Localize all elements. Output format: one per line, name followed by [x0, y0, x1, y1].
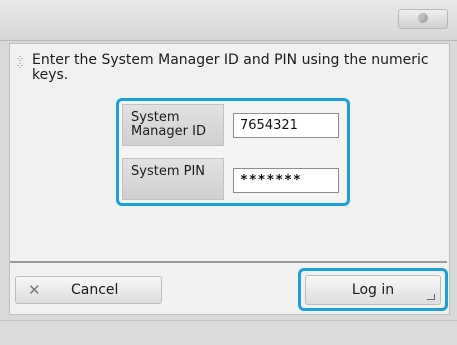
cancel-label: Cancel	[71, 282, 119, 298]
pin-field[interactable]: *******	[233, 168, 339, 193]
top-right-button[interactable]	[398, 9, 448, 29]
keypad-icon: ⁘ ⁘	[16, 54, 24, 72]
top-bar	[0, 0, 457, 41]
login-label: Log in	[351, 282, 395, 298]
manager-id-field[interactable]: 7654321	[233, 113, 339, 138]
divider	[10, 261, 447, 263]
login-button[interactable]: Log in	[305, 275, 441, 305]
eco-status-icon	[418, 13, 428, 23]
corner-indicator-icon	[427, 294, 435, 300]
instruction-message: Enter the System Manager ID and PIN usin…	[32, 52, 429, 83]
close-icon: ✕	[28, 281, 41, 299]
bottom-bar	[0, 320, 457, 345]
manager-id-label[interactable]: System Manager ID	[122, 104, 224, 146]
pin-label[interactable]: System PIN	[122, 158, 224, 200]
cancel-button[interactable]: ✕ Cancel	[15, 276, 162, 304]
